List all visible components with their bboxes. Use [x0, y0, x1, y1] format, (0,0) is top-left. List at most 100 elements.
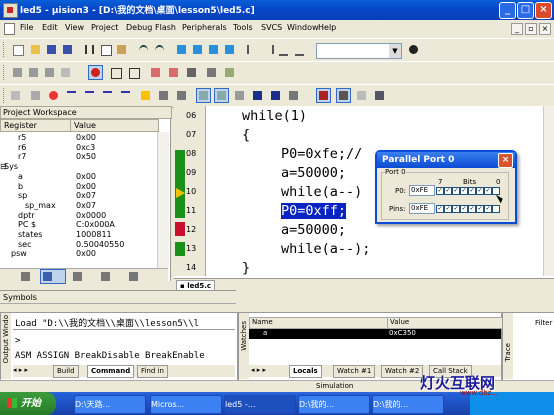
mdi-restore-button[interactable]: ▫: [525, 23, 537, 35]
menu-help[interactable]: Help: [318, 23, 336, 32]
tab-find-in-files[interactable]: Find in: [137, 365, 168, 378]
enable-breakpoint-icon[interactable]: [148, 65, 163, 80]
menu-window[interactable]: Window: [287, 23, 319, 32]
save-all-icon[interactable]: [60, 42, 75, 57]
minimize-button[interactable]: _: [499, 2, 516, 19]
p0-bit-checkbox[interactable]: ✓: [436, 187, 444, 195]
build-icon[interactable]: [26, 65, 41, 80]
options-icon[interactable]: [204, 65, 219, 80]
tab-scroll-arrows[interactable]: ◂ ▸ ▸: [251, 366, 266, 374]
cut-icon[interactable]: [82, 42, 97, 57]
pins-field[interactable]: 0xFE: [409, 203, 435, 214]
pin-bit-checkbox[interactable]: ✓: [484, 205, 492, 213]
pin-bit-checkbox[interactable]: ✓: [444, 205, 452, 213]
indent-icon[interactable]: [244, 42, 259, 57]
menu-file[interactable]: File: [20, 23, 33, 32]
templates-tab-icon[interactable]: [126, 269, 141, 284]
value-column-header[interactable]: Value: [70, 119, 159, 132]
menu-peripherals[interactable]: Peripherals: [182, 23, 227, 32]
insert-breakpoint-icon[interactable]: [108, 65, 123, 80]
translate-icon[interactable]: [10, 65, 25, 80]
bookmark-icon[interactable]: [174, 42, 189, 57]
new-file-icon[interactable]: [10, 42, 25, 57]
pin-bit-checkbox[interactable]: ✓: [468, 205, 476, 213]
next-bookmark-icon[interactable]: [206, 42, 221, 57]
menu-svcs[interactable]: SVCS: [261, 23, 282, 32]
undo-icon[interactable]: [136, 42, 151, 57]
menu-tools[interactable]: Tools: [233, 23, 253, 32]
mdi-close-button[interactable]: ×: [539, 23, 551, 35]
performance-analyzer-icon[interactable]: [286, 88, 301, 103]
pin-bit-checkbox[interactable]: ✓: [460, 205, 468, 213]
logic-analyzer-icon[interactable]: [316, 88, 331, 103]
redo-icon[interactable]: [152, 42, 167, 57]
maximize-button[interactable]: □: [517, 2, 534, 19]
watch-window-icon[interactable]: [214, 88, 229, 103]
debug-session-icon[interactable]: [88, 65, 103, 80]
clear-bookmarks-icon[interactable]: [222, 42, 237, 57]
code-line[interactable]: P0=0xfe;//: [281, 146, 362, 162]
disable-breakpoints-icon[interactable]: [166, 65, 181, 80]
symbol-window-icon[interactable]: [336, 88, 351, 103]
chevron-down-icon[interactable]: ▼: [389, 44, 401, 58]
pin-bit-checkbox[interactable]: [492, 205, 500, 213]
disassembly-window-icon[interactable]: [196, 88, 211, 103]
p0-bit-checkbox[interactable]: ✓: [444, 187, 452, 195]
start-button[interactable]: 开始: [0, 392, 56, 415]
task-folder-1[interactable]: D:\天路...: [74, 395, 146, 414]
paste-icon[interactable]: [114, 42, 129, 57]
copy-icon[interactable]: [98, 42, 113, 57]
p0-bit-checkbox[interactable]: ✓: [452, 187, 460, 195]
code-line[interactable]: while(a--);: [281, 241, 370, 257]
menu-flash[interactable]: Flash: [155, 23, 176, 32]
tab-watch-1[interactable]: Watch #1: [333, 365, 376, 378]
halt-icon[interactable]: [46, 88, 61, 103]
dialog-close-button[interactable]: ×: [498, 153, 513, 168]
code-line[interactable]: while(1): [242, 108, 307, 124]
code-line[interactable]: while(a--): [281, 184, 362, 200]
p0-bit-checkbox[interactable]: ✓: [476, 187, 484, 195]
functions-tab-icon[interactable]: [98, 269, 113, 284]
tab-build[interactable]: Build: [53, 365, 79, 378]
task-folder-3[interactable]: D:\我的...: [372, 395, 444, 414]
run-to-cursor-icon[interactable]: [118, 88, 133, 103]
step-over-icon[interactable]: [82, 88, 97, 103]
tab-command[interactable]: Command: [87, 365, 135, 378]
toolbox-icon[interactable]: [354, 88, 369, 103]
menu-project[interactable]: Project: [91, 23, 118, 32]
trace-icon[interactable]: [156, 88, 171, 103]
code-line[interactable]: a=50000;: [281, 165, 346, 181]
books-tab-icon[interactable]: [70, 269, 85, 284]
files-tab-icon[interactable]: [18, 269, 33, 284]
code-line[interactable]: {: [242, 127, 250, 143]
save-icon[interactable]: [44, 42, 59, 57]
stop-build-icon[interactable]: [58, 65, 73, 80]
step-into-icon[interactable]: [64, 88, 79, 103]
trace-records-icon[interactable]: [174, 88, 189, 103]
reset-icon[interactable]: [8, 88, 23, 103]
workspace-scrollbar[interactable]: [157, 132, 169, 270]
task-uvision[interactable]: led5 -...: [224, 395, 296, 414]
registers-tab-icon[interactable]: [40, 269, 66, 284]
kill-breakpoints-icon[interactable]: [126, 65, 141, 80]
find-in-files-icon[interactable]: [406, 42, 421, 57]
tab-scroll-arrows[interactable]: ◂ ▸ ▸: [13, 366, 28, 374]
mdi-minimize-button[interactable]: _: [511, 23, 523, 35]
pin-bit-checkbox[interactable]: ✓: [452, 205, 460, 213]
rebuild-icon[interactable]: [42, 65, 57, 80]
editor-scrollbar[interactable]: [543, 106, 554, 276]
p0-bit-checkbox[interactable]: ✓: [468, 187, 476, 195]
memory-window-icon[interactable]: [268, 88, 283, 103]
target-options-icon[interactable]: [222, 65, 237, 80]
tools-icon[interactable]: [372, 88, 387, 103]
code-line[interactable]: }: [242, 260, 250, 276]
menu-view[interactable]: View: [65, 23, 84, 32]
task-word[interactable]: Micros...: [150, 395, 222, 414]
run-icon[interactable]: [28, 88, 43, 103]
p0-bit-checkbox[interactable]: ✓: [460, 187, 468, 195]
open-folder-icon[interactable]: [28, 42, 43, 57]
tab-locals[interactable]: Locals: [289, 365, 322, 378]
serial-window-icon[interactable]: [250, 88, 265, 103]
find-combo[interactable]: ▼: [316, 43, 402, 59]
p0-field[interactable]: 0xFE: [409, 185, 435, 196]
